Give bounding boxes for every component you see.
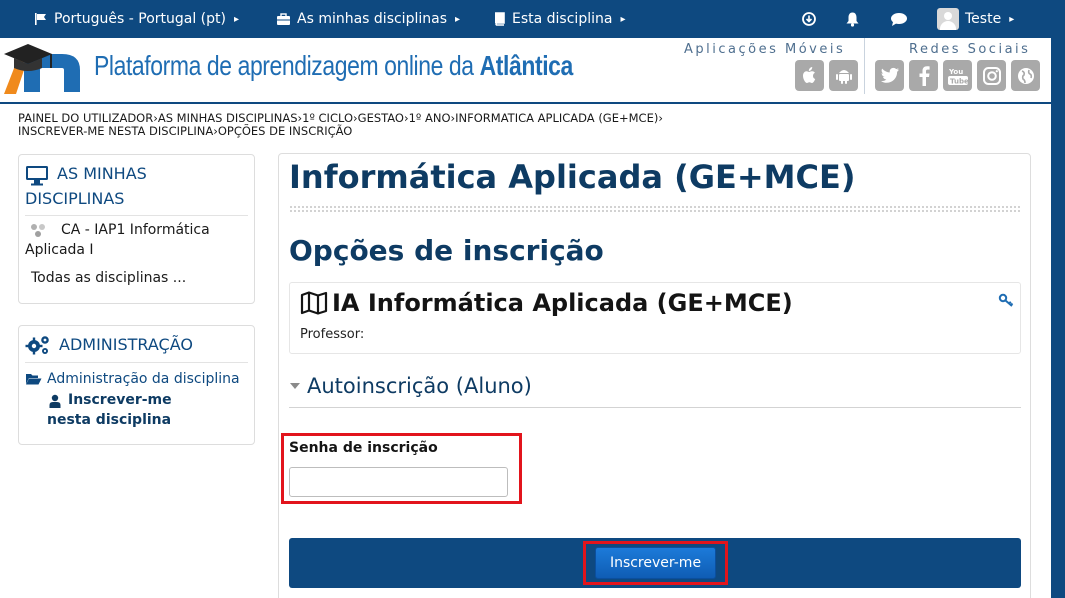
bell-icon [846, 12, 859, 27]
instagram-icon[interactable] [977, 60, 1006, 91]
breadcrumb-separator: › [658, 111, 663, 125]
section-divider [289, 407, 1021, 408]
administration-title: ADMINISTRAÇÃO [59, 335, 193, 354]
course-admin-link[interactable]: Administração da disciplina [19, 363, 254, 387]
course-link[interactable]: CA - IAP1 Informática Aplicada I [19, 216, 219, 260]
my-courses-title-line1: AS MINHAS [57, 164, 147, 183]
social-label: Redes Sociais [909, 42, 1031, 57]
caret-right-icon: ▸ [455, 13, 461, 25]
site-title-text: Plataforma de aprendizagem online da [94, 50, 480, 81]
download-button[interactable] [802, 0, 816, 38]
site-header: Plataforma de aprendizagem online da Atl… [0, 38, 1051, 102]
caret-right-icon: ▸ [233, 13, 240, 25]
main-region: Informática Aplicada (GE+MCE) Opções de … [278, 153, 1031, 598]
self-enrolment-title: Autoinscrição (Aluno) [307, 374, 532, 398]
language-menu[interactable]: Português - Portugal (pt) ▸ [34, 0, 239, 38]
flag-icon [35, 13, 46, 25]
caret-right-icon: ▸ [1009, 13, 1015, 25]
breadcrumb-course[interactable]: Informatica Aplicada (GE+MCE) [455, 111, 658, 125]
my-courses-menu[interactable]: As minhas disciplinas ▸ [276, 0, 460, 38]
key-icon [998, 293, 1014, 307]
enrolment-key-input[interactable] [289, 467, 508, 497]
my-courses-title-line2: DISCIPLINAS [25, 189, 125, 208]
apple-icon[interactable] [795, 60, 824, 91]
chat-bubble-icon [891, 12, 907, 26]
user-icon [49, 394, 61, 408]
breadcrumb: Painel do utilizador›As minhas disciplin… [18, 112, 758, 137]
my-courses-label: As minhas disciplinas [297, 11, 447, 27]
svg-text:You: You [948, 68, 963, 76]
my-courses-block-title: AS MINHAS [19, 155, 254, 187]
course-box-title[interactable]: IA Informática Aplicada (GE+MCE) [300, 289, 793, 317]
briefcase-icon [277, 12, 290, 25]
mobile-apps-label: Aplicações Móveis [684, 42, 846, 57]
folder-open-icon [26, 374, 42, 385]
desktop-icon [26, 166, 48, 186]
enrol-me-button[interactable]: Inscrever-me [595, 547, 716, 579]
site-title[interactable]: Plataforma de aprendizagem online da Atl… [94, 50, 573, 82]
caret-down-icon [290, 383, 300, 389]
globe-icon[interactable] [1011, 60, 1040, 91]
right-edge-bar [1051, 38, 1065, 598]
facebook-icon[interactable] [909, 60, 938, 91]
map-icon [300, 291, 328, 315]
messages-button[interactable] [890, 0, 908, 38]
header-underline [0, 102, 1051, 104]
all-courses-link[interactable]: Todas as disciplinas ... [19, 260, 254, 288]
enrol-me-link[interactable]: Inscrever-me nesta disciplina [19, 387, 224, 430]
top-navbar: Português - Portugal (pt) ▸ As minhas di… [0, 0, 1065, 38]
breadcrumb-enrol[interactable]: Inscrever-me nesta disciplina [18, 124, 213, 138]
youtube-icon[interactable]: You Tube [943, 60, 972, 91]
heading-dotted-divider [289, 205, 1020, 213]
twitter-icon[interactable] [875, 60, 904, 91]
site-logo[interactable] [0, 40, 84, 98]
user-name: Teste [965, 11, 1002, 27]
self-enrolment-section-toggle[interactable]: Autoinscrição (Aluno) [289, 374, 532, 398]
android-icon[interactable] [829, 60, 858, 91]
this-course-menu[interactable]: Esta disciplina ▸ [493, 0, 625, 38]
administration-block: ADMINISTRAÇÃO Administração da disciplin… [18, 325, 255, 445]
breadcrumb-current: Opções de inscrição [217, 123, 353, 138]
avatar [937, 8, 959, 30]
course-box: IA Informática Aplicada (GE+MCE) Profess… [289, 282, 1021, 354]
svg-text:Tube: Tube [950, 77, 969, 85]
page-title: Opções de inscrição [289, 234, 604, 267]
breadcrumb-gestao[interactable]: Gestao [358, 111, 404, 125]
language-label: Português - Portugal (pt) [54, 11, 226, 27]
administration-block-title: ADMINISTRAÇÃO [19, 326, 254, 358]
this-course-label: Esta disciplina [512, 11, 613, 27]
download-circle-icon [802, 12, 816, 26]
course-admin-label: Administração da disciplina [47, 371, 240, 387]
caret-right-icon: ▸ [620, 13, 626, 25]
cogs-icon [25, 336, 49, 355]
book-icon [495, 12, 505, 26]
teacher-label: Professor: [300, 327, 365, 342]
course-heading: Informática Aplicada (GE+MCE) [289, 158, 856, 196]
course-icon [31, 224, 45, 237]
site-title-bold: Atlântica [479, 50, 574, 81]
course-box-title-text: IA Informática Aplicada (GE+MCE) [332, 289, 793, 317]
my-courses-block: AS MINHAS DISCIPLINAS CA - IAP1 Informát… [18, 154, 255, 304]
notifications-button[interactable] [845, 0, 860, 38]
course-link-label: CA - IAP1 Informática Aplicada I [25, 222, 210, 258]
breadcrumb-year[interactable]: 1º Ano [409, 111, 451, 125]
enrolment-key-label: Senha de inscrição [289, 440, 438, 456]
enrol-me-label: Inscrever-me nesta disciplina [47, 392, 172, 428]
user-menu[interactable]: Teste ▸ [937, 0, 1014, 38]
header-divider [864, 38, 865, 94]
